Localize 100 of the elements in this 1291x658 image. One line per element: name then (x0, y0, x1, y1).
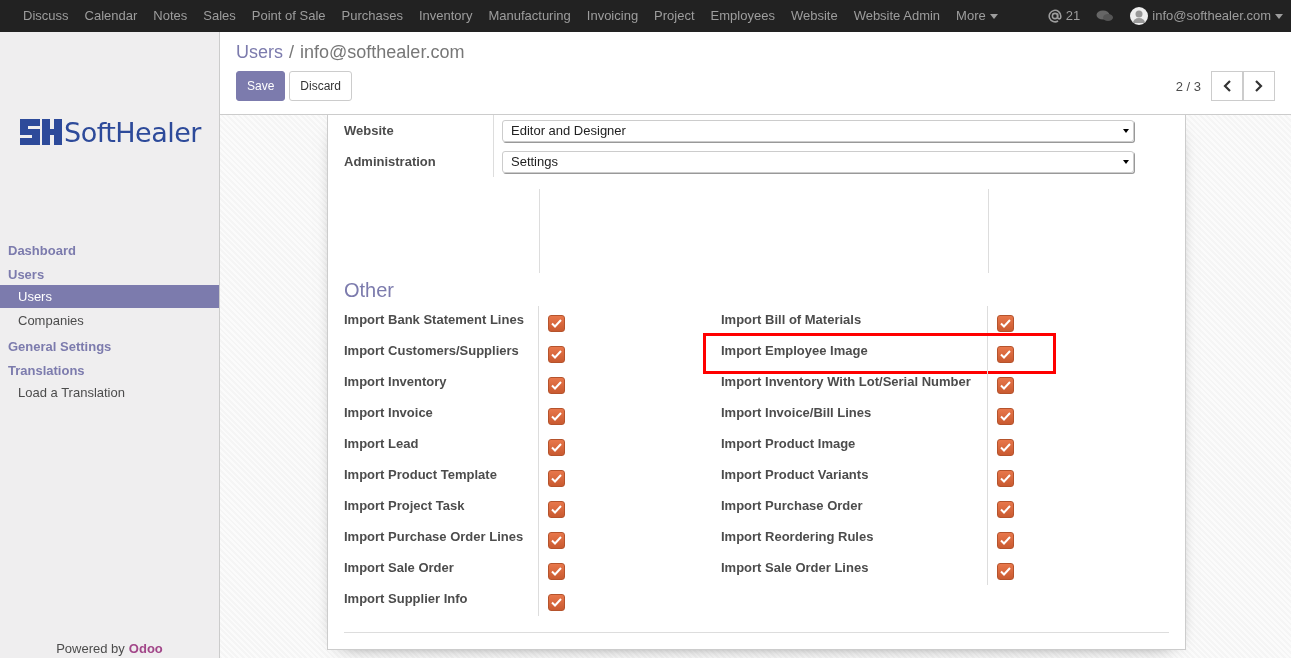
checkmark-icon (1000, 536, 1011, 545)
checkmark-icon (551, 443, 562, 452)
checkbox[interactable] (997, 501, 1014, 518)
nav-link[interactable]: Website (782, 0, 846, 32)
field-label: Import Product Image (721, 430, 988, 461)
sidebar-item[interactable]: Load a Translation (0, 381, 219, 404)
select-field[interactable]: Settings (502, 150, 1134, 173)
checkbox[interactable] (997, 315, 1014, 332)
checkbox[interactable] (548, 501, 565, 518)
sidebar-section-link[interactable]: General Settings (0, 338, 219, 356)
avatar-icon (1130, 7, 1149, 25)
next-button[interactable] (1243, 71, 1275, 101)
sidebar-section-link[interactable]: Users (0, 266, 219, 284)
user-menu[interactable]: info@softhealer.com (1122, 0, 1291, 32)
breadcrumb-link[interactable]: Users (236, 42, 283, 63)
logo-mark-icon (20, 119, 62, 145)
field-label: Import Customers/Suppliers (344, 337, 539, 368)
checkmark-icon (1000, 381, 1011, 390)
checkmark-icon (551, 598, 562, 607)
field-label: Import Inventory (344, 368, 539, 399)
checkmark-icon (551, 536, 562, 545)
checkbox[interactable] (548, 439, 565, 456)
field-label: Import Inventory With Lot/Serial Number (721, 368, 988, 399)
checkmark-icon (551, 412, 562, 421)
chevron-left-icon (1223, 80, 1231, 92)
breadcrumb-separator: / (289, 42, 295, 63)
field-label: Website (344, 123, 394, 138)
checkmark-icon (1000, 412, 1011, 421)
sidebar-section-link[interactable]: Translations (0, 362, 219, 380)
checkbox[interactable] (548, 470, 565, 487)
checkmark-icon (551, 567, 562, 576)
save-button[interactable]: Save (236, 71, 286, 101)
checkmark-icon (551, 474, 562, 483)
odoo-link[interactable]: Odoo (128, 641, 163, 656)
caret-icon (1123, 159, 1129, 164)
nav-link[interactable]: Manufacturing (480, 0, 579, 32)
nav-link[interactable]: Employees (702, 0, 783, 32)
checkbox[interactable] (997, 346, 1014, 363)
field-label: Import Product Template (344, 461, 539, 492)
nav-link[interactable]: Invoicing (578, 0, 647, 32)
checkbox[interactable] (548, 377, 565, 394)
caret-icon (989, 13, 998, 19)
field-label: Import Invoice/Bill Lines (721, 399, 988, 430)
field-label: Import Purchase Order (721, 492, 988, 523)
field-label: Import Sale Order Lines (721, 554, 988, 585)
field-label: Import Supplier Info (344, 585, 539, 616)
more-menu[interactable]: More (948, 0, 1006, 32)
chevron-right-icon (1255, 80, 1263, 92)
nav-link[interactable]: Notes (145, 0, 196, 32)
nav-link[interactable]: Website Admin (845, 0, 949, 32)
checkbox[interactable] (548, 563, 565, 580)
breadcrumb-current: info@softhealer.com (300, 42, 465, 63)
checkmark-icon (1000, 443, 1011, 452)
field-label: Import Bank Statement Lines (344, 306, 539, 337)
select-field[interactable]: Editor and Designer (502, 119, 1134, 142)
checkbox[interactable] (548, 594, 565, 611)
checkbox[interactable] (548, 408, 565, 425)
previous-button[interactable] (1211, 71, 1243, 101)
mentions-link[interactable]: 21 (1039, 0, 1089, 32)
field-label: Import Employee Image (721, 337, 988, 368)
checkmark-icon (551, 319, 562, 328)
field-label: Import Reordering Rules (721, 523, 988, 554)
nav-link[interactable]: Discuss (15, 0, 77, 32)
checkmark-icon (551, 381, 562, 390)
discard-button[interactable]: Discard (289, 71, 353, 101)
logo-text: SoftHealer (64, 116, 201, 148)
checkbox[interactable] (997, 408, 1014, 425)
checkbox[interactable] (548, 532, 565, 549)
pager-counter: 2 / 3 (1175, 78, 1201, 94)
field-label: Import Lead (344, 430, 539, 461)
section-heading: Other (344, 279, 396, 302)
checkbox[interactable] (548, 346, 565, 363)
checkbox[interactable] (997, 439, 1014, 456)
sidebar-section-link[interactable]: Dashboard (0, 242, 219, 260)
powered-by-text: Powered by (56, 641, 125, 656)
checkmark-icon (1000, 505, 1011, 514)
checkmark-icon (551, 505, 562, 514)
nav-link[interactable]: Project (646, 0, 703, 32)
sidebar-item[interactable]: Users (0, 285, 219, 308)
checkbox[interactable] (997, 470, 1014, 487)
nav-link[interactable]: Inventory (410, 0, 481, 32)
caret-icon (1123, 128, 1129, 133)
chat-icon[interactable] (1096, 9, 1115, 23)
checkmark-icon (551, 350, 562, 359)
sidebar-item[interactable]: Companies (0, 309, 219, 332)
checkbox[interactable] (997, 532, 1014, 549)
checkbox[interactable] (548, 315, 565, 332)
checkmark-icon (1000, 474, 1011, 483)
nav-link[interactable]: Sales (195, 0, 244, 32)
caret-icon (1275, 13, 1283, 19)
nav-link[interactable]: Purchases (333, 0, 411, 32)
checkmark-icon (1000, 319, 1011, 328)
field-label: Import Bill of Materials (721, 306, 988, 337)
field-label: Import Invoice (344, 399, 539, 430)
nav-link[interactable]: Point of Sale (243, 0, 334, 32)
checkbox[interactable] (997, 563, 1014, 580)
at-icon (1047, 9, 1062, 23)
checkbox[interactable] (997, 377, 1014, 394)
nav-link[interactable]: Calendar (76, 0, 146, 32)
field-label: Import Product Variants (721, 461, 988, 492)
